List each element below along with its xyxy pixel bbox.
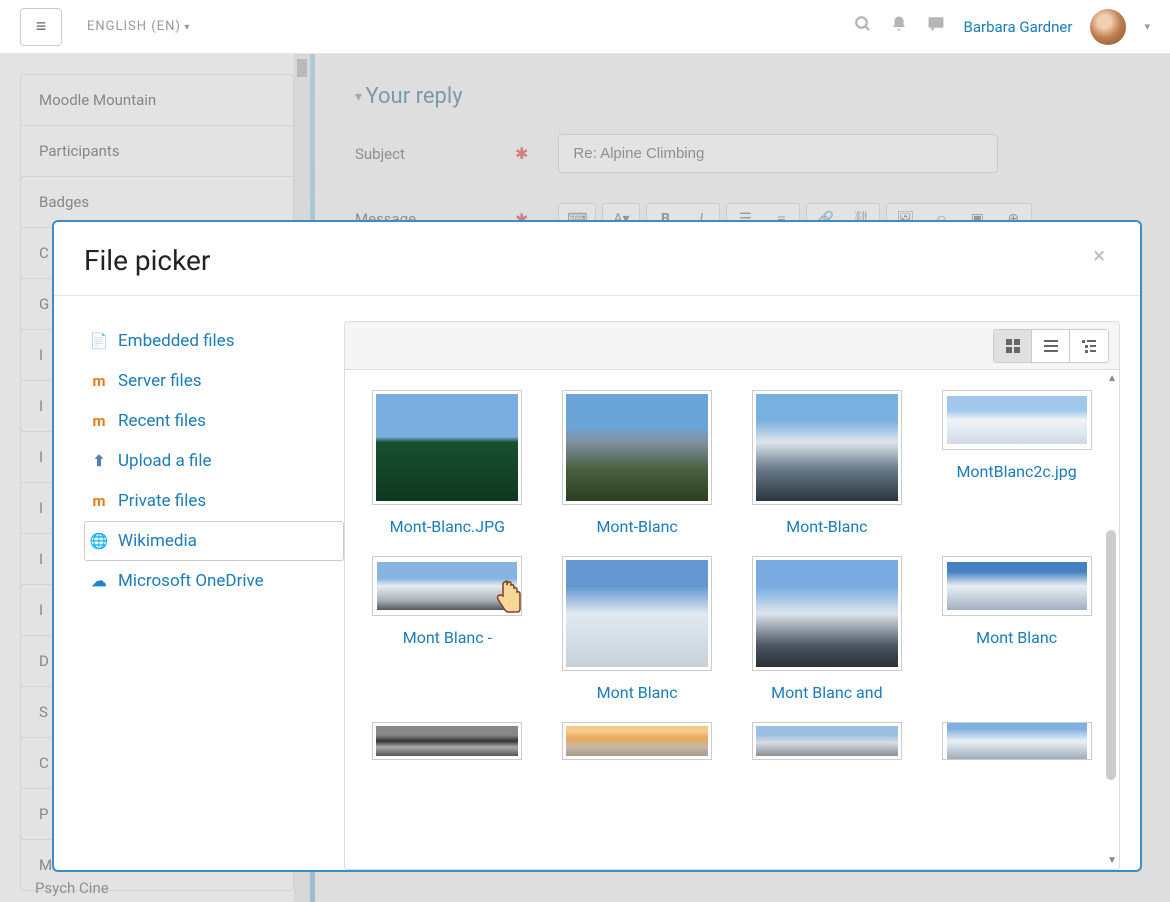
file-item[interactable] [550,722,725,772]
bell-icon[interactable] [890,15,908,38]
file-item[interactable] [740,722,915,772]
file-name: Mont-Blanc.JPG [390,517,505,536]
file-item[interactable]: MontBlanc2c.jpg [929,390,1104,536]
file-thumbnail [372,390,522,505]
file-name: MontBlanc2c.jpg [956,462,1076,481]
repo-label: Microsoft OneDrive [118,571,264,591]
file-name: Mont-Blanc [596,517,677,536]
file-item[interactable]: Mont-Blanc [550,390,725,536]
repo-icon: m [90,412,108,430]
repo-label: Upload a file [118,451,211,471]
scroll-up-icon[interactable]: ▲ [1107,373,1117,384]
file-thumbnail [372,556,522,616]
repo-icon: m [90,372,108,390]
repo-label: Recent files [118,411,206,431]
scrollbar-thumb[interactable] [1106,530,1116,780]
repo-item-recent-files[interactable]: m Recent files [84,401,344,441]
language-selector[interactable]: ENGLISH (EN) [87,19,190,34]
file-thumbnail [562,722,712,760]
search-icon[interactable] [854,15,872,38]
file-item[interactable]: Mont Blanc [929,556,1104,702]
file-thumbnail [942,722,1092,760]
file-panel: ▲ Mont-Blanc.JPG Mont-Blanc Mont-Blanc Mont… [344,321,1120,870]
file-item[interactable]: Mont-Blanc [740,390,915,536]
repo-item-microsoft-onedrive[interactable]: ☁ Microsoft OneDrive [84,561,344,601]
file-thumbnail [372,722,522,760]
messages-icon[interactable] [926,15,946,38]
repo-icon: ⬆ [90,452,108,470]
repo-item-server-files[interactable]: m Server files [84,361,344,401]
file-thumbnail [942,556,1092,616]
file-thumbnail [562,390,712,505]
file-name: Mont Blanc [597,683,678,702]
modal-title: File picker [84,244,210,277]
file-thumbnail [942,390,1092,450]
file-item[interactable]: Mont Blanc and [740,556,915,702]
repo-item-upload-a-file[interactable]: ⬆ Upload a file [84,441,344,481]
repo-item-embedded-files[interactable]: 📄 Embedded files [84,321,344,361]
view-list-icon[interactable] [1032,330,1070,362]
hamburger-button[interactable]: ≡ [20,8,62,46]
file-thumbnail [752,390,902,505]
file-thumbnail [752,722,902,760]
file-item[interactable]: Mont Blanc - [360,556,535,702]
file-item[interactable]: Mont-Blanc.JPG [360,390,535,536]
file-name: Mont-Blanc [786,517,867,536]
view-switcher [993,329,1109,363]
repo-icon: ☁ [90,572,108,590]
view-tree-icon[interactable] [1070,330,1108,362]
repo-icon: m [90,492,108,510]
repository-list: 📄 Embedded files m Server files m Recent file… [84,321,344,870]
topbar: ≡ ENGLISH (EN) Barbara Gardner ▾ [0,0,1170,54]
file-name: Mont Blanc and [771,683,882,702]
repo-item-wikimedia[interactable]: 🌐 Wikimedia [84,521,344,561]
repo-label: Private files [118,491,206,511]
repo-label: Embedded files [118,331,234,351]
username-link[interactable]: Barbara Gardner [964,18,1073,36]
file-thumbnail [752,556,902,671]
repo-icon: 🌐 [90,532,108,550]
scroll-down-icon[interactable]: ▼ [1107,855,1117,866]
repo-item-private-files[interactable]: m Private files [84,481,344,521]
file-item[interactable] [929,722,1104,772]
view-grid-icon[interactable] [994,330,1032,362]
repo-label: Wikimedia [118,531,197,551]
close-icon[interactable]: × [1088,244,1110,277]
repo-icon: 📄 [90,332,108,350]
file-name: Mont Blanc [976,628,1057,647]
repo-label: Server files [118,371,201,391]
file-item[interactable] [360,722,535,772]
avatar[interactable] [1090,9,1126,45]
user-menu-caret[interactable]: ▾ [1144,20,1150,33]
file-thumbnail [562,556,712,671]
file-name: Mont Blanc - [403,628,492,647]
file-item[interactable]: Mont Blanc [550,556,725,702]
file-picker-modal: File picker × 📄 Embedded files m Server fil… [52,220,1142,872]
